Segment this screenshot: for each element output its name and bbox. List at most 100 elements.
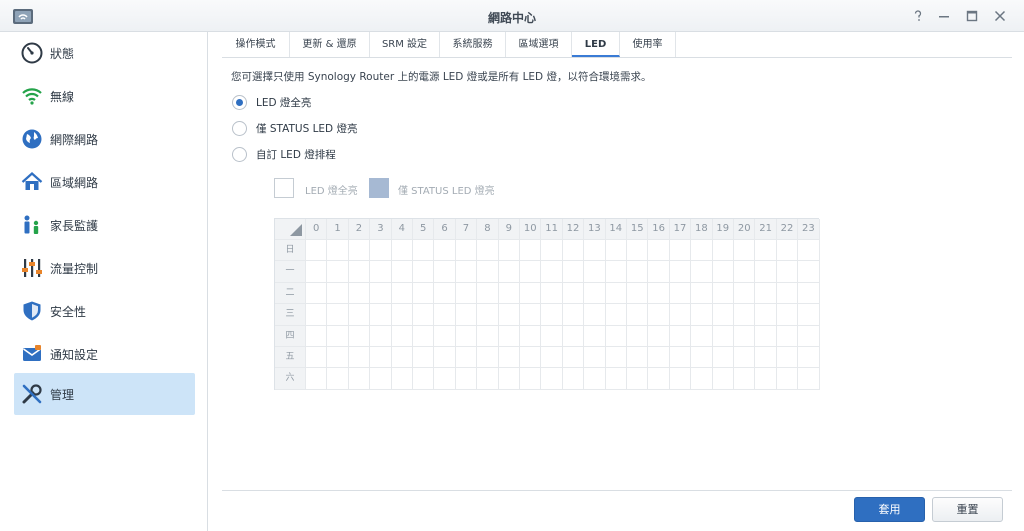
grid-hour-header[interactable]: 2 [348,219,371,240]
grid-cell[interactable] [455,347,478,369]
grid-cell[interactable] [455,282,478,305]
grid-cell[interactable] [798,282,820,305]
grid-cell[interactable] [669,304,692,326]
grid-cell[interactable] [755,261,777,283]
grid-hour-header[interactable]: 7 [455,219,478,240]
grid-cell[interactable] [734,368,756,390]
grid-hour-header[interactable]: 16 [648,219,670,240]
grid-cell[interactable] [327,304,349,326]
grid-cell[interactable] [562,368,585,390]
grid-cell[interactable] [605,240,627,262]
grid-hour-header[interactable]: 22 [776,219,799,240]
grid-hour-header[interactable]: 20 [734,219,756,240]
grid-cell[interactable] [669,325,692,347]
led-option-all-on[interactable]: LED 燈全亮 [232,93,311,111]
grid-cell[interactable] [391,261,413,283]
grid-cell[interactable] [584,240,606,262]
grid-cell[interactable] [348,240,371,262]
grid-cell[interactable] [541,240,563,262]
grid-cell[interactable] [605,325,627,347]
grid-cell[interactable] [691,325,713,347]
grid-hour-header[interactable]: 17 [669,219,692,240]
grid-cell[interactable] [712,347,734,369]
grid-cell[interactable] [605,304,627,326]
grid-cell[interactable] [391,368,413,390]
grid-cell[interactable] [562,261,585,283]
grid-hour-header[interactable]: 14 [605,219,627,240]
grid-cell[interactable] [798,304,820,326]
grid-cell[interactable] [498,261,520,283]
grid-cell[interactable] [734,304,756,326]
grid-cell[interactable] [798,325,820,347]
sidebar-item-notification[interactable]: 通知設定 [14,333,195,375]
grid-cell[interactable] [391,347,413,369]
grid-cell[interactable] [584,325,606,347]
grid-cell[interactable] [434,282,456,305]
grid-cell[interactable] [520,282,542,305]
grid-hour-header[interactable]: 12 [562,219,585,240]
grid-cell[interactable] [498,282,520,305]
grid-cell[interactable] [434,368,456,390]
grid-cell[interactable] [627,304,649,326]
grid-cell[interactable] [712,325,734,347]
grid-cell[interactable] [798,240,820,262]
grid-cell[interactable] [734,261,756,283]
grid-cell[interactable] [306,325,328,347]
grid-hour-header[interactable]: 9 [498,219,520,240]
grid-cell[interactable] [370,325,392,347]
sidebar-item-parental-control[interactable]: 家長監護 [14,204,195,246]
grid-cell[interactable] [520,240,542,262]
apply-button[interactable]: 套用 [854,497,925,522]
tab-update-restore[interactable]: 更新 & 還原 [290,32,370,57]
grid-cell[interactable] [541,282,563,305]
grid-cell[interactable] [541,368,563,390]
grid-cell[interactable] [306,347,328,369]
grid-cell[interactable] [306,261,328,283]
grid-cell[interactable] [541,304,563,326]
grid-hour-header[interactable]: 8 [477,219,499,240]
grid-cell[interactable] [798,261,820,283]
grid-cell[interactable] [327,261,349,283]
grid-cell[interactable] [627,282,649,305]
grid-cell[interactable] [413,368,435,390]
grid-cell[interactable] [370,368,392,390]
grid-cell[interactable] [776,325,799,347]
grid-cell[interactable] [605,368,627,390]
grid-cell[interactable] [498,240,520,262]
grid-cell[interactable] [627,368,649,390]
grid-cell[interactable] [648,368,670,390]
grid-cell[interactable] [669,261,692,283]
grid-cell[interactable] [434,240,456,262]
grid-cell[interactable] [391,325,413,347]
grid-hour-header[interactable]: 6 [434,219,456,240]
grid-cell[interactable] [627,347,649,369]
grid-day-header[interactable]: 一 [275,261,306,283]
grid-cell[interactable] [477,282,499,305]
sidebar-item-status[interactable]: 狀態 [14,32,195,74]
grid-cell[interactable] [562,304,585,326]
grid-cell[interactable] [413,261,435,283]
grid-cell[interactable] [712,282,734,305]
grid-day-header[interactable]: 六 [275,368,306,390]
grid-cell[interactable] [455,304,478,326]
grid-hour-header[interactable]: 4 [391,219,413,240]
grid-cell[interactable] [520,347,542,369]
grid-cell[interactable] [648,240,670,262]
grid-hour-header[interactable]: 5 [413,219,435,240]
grid-cell[interactable] [691,304,713,326]
led-option-status-only[interactable]: 僅 STATUS LED 燈亮 [232,119,357,137]
grid-hour-header[interactable]: 19 [712,219,734,240]
minimize-button[interactable] [934,6,954,26]
grid-cell[interactable] [413,240,435,262]
grid-cell[interactable] [776,240,799,262]
grid-cell[interactable] [755,347,777,369]
grid-cell[interactable] [413,304,435,326]
grid-hour-header[interactable]: 11 [541,219,563,240]
tab-srm-settings[interactable]: SRM 設定 [370,32,440,57]
grid-cell[interactable] [477,240,499,262]
tab-usage[interactable]: 使用率 [620,32,676,57]
grid-cell[interactable] [605,261,627,283]
grid-cell[interactable] [477,325,499,347]
grid-cell[interactable] [584,304,606,326]
grid-cell[interactable] [712,368,734,390]
